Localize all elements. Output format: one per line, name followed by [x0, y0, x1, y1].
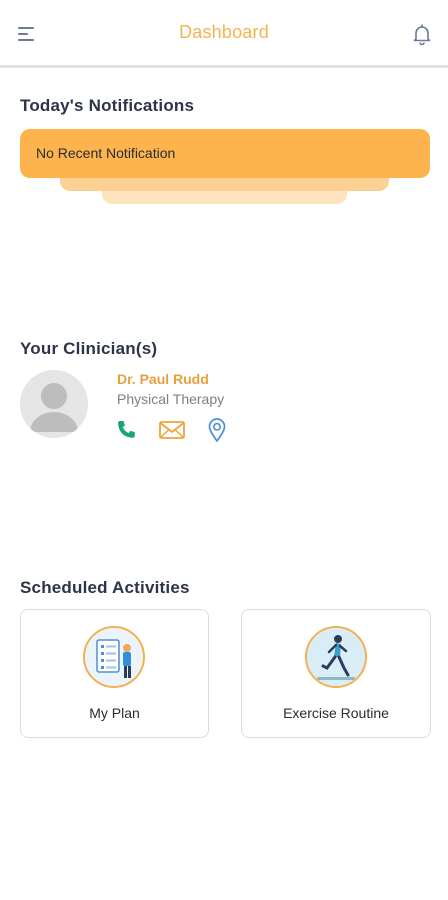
app-header: Dashboard — [0, 0, 448, 68]
location-icon[interactable] — [205, 417, 231, 443]
notification-message: No Recent Notification — [36, 145, 176, 161]
exercise-routine-card[interactable]: Exercise Routine — [241, 609, 431, 738]
clinicians-title: Your Clinician(s) — [20, 339, 158, 358]
bell-icon[interactable] — [410, 22, 434, 46]
plan-illustration — [83, 626, 145, 688]
page-title: Dashboard — [179, 22, 269, 42]
exercise-routine-label: Exercise Routine — [283, 705, 389, 721]
avatar[interactable] — [20, 370, 88, 438]
mail-icon[interactable] — [158, 418, 186, 444]
notifications-title: Today's Notifications — [20, 96, 195, 115]
activities-title: Scheduled Activities — [20, 578, 190, 597]
clinician-name[interactable]: Dr. Paul Rudd — [117, 371, 209, 387]
user-placeholder-icon — [20, 370, 88, 438]
my-plan-card[interactable]: My Plan — [20, 609, 209, 738]
clinician-specialty: Physical Therapy — [117, 391, 225, 407]
my-plan-label: My Plan — [89, 705, 140, 721]
notification-card[interactable]: No Recent Notification — [20, 129, 430, 178]
exercise-illustration — [305, 626, 367, 688]
phone-icon[interactable] — [113, 417, 139, 443]
